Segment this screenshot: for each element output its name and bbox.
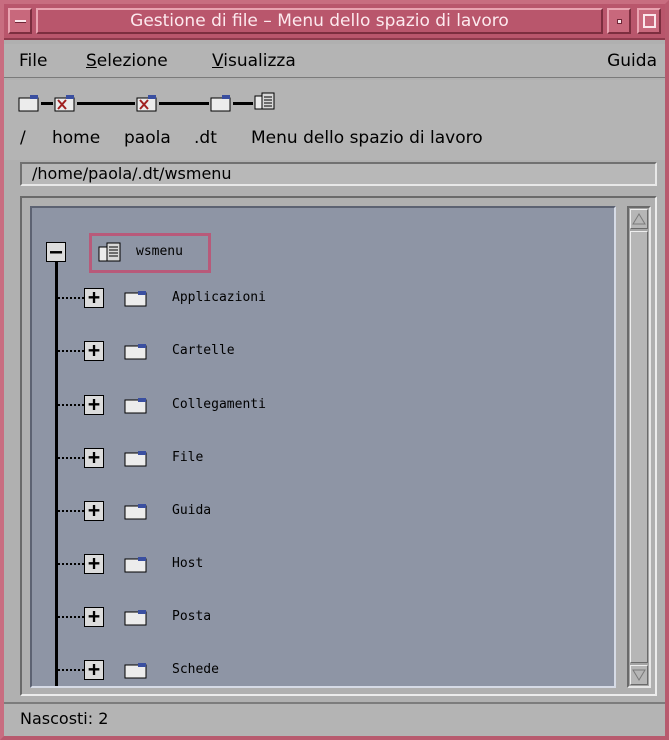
expand-toggle-collegamenti[interactable]: + <box>84 394 104 415</box>
path-label-home[interactable]: home <box>52 128 100 148</box>
path-connector <box>77 102 135 105</box>
tree-node-label[interactable]: Collegamenti <box>172 397 266 412</box>
tree-branch-line <box>58 297 84 299</box>
tree-node-label[interactable]: File <box>172 450 203 465</box>
tree-node-label[interactable]: Guida <box>172 503 211 518</box>
wsmenu-file-icon <box>98 242 121 262</box>
path-label-root[interactable]: / <box>20 128 26 148</box>
window-title: Gestione di file – Menu dello spazio di … <box>36 8 603 34</box>
folder-icon <box>124 663 147 679</box>
tree-node-label[interactable]: Host <box>172 556 203 571</box>
tree-node-label[interactable]: Applicazioni <box>172 290 266 305</box>
folder-icon <box>124 504 147 520</box>
menu-selezione[interactable]: Selezione <box>86 44 168 78</box>
tree-branch-line <box>58 510 84 512</box>
tree-node-label[interactable]: Posta <box>172 609 211 624</box>
expand-toggle-cartelle[interactable]: + <box>84 340 104 361</box>
folder-icon <box>124 557 147 573</box>
tree-branch-line <box>58 563 84 565</box>
path-connector <box>159 102 209 105</box>
menu-guida[interactable]: Guida <box>607 44 657 78</box>
menu-file[interactable]: File <box>19 44 47 78</box>
title-bar[interactable]: Gestione di file – Menu dello spazio di … <box>4 4 665 40</box>
path-connector <box>233 102 253 105</box>
maximize-button[interactable] <box>637 8 661 34</box>
scrollbar-thumb[interactable] <box>630 231 648 663</box>
expand-toggle-schede[interactable]: + <box>84 659 104 680</box>
minimize-icon <box>617 19 622 24</box>
tree-node-label[interactable]: Cartelle <box>172 343 235 358</box>
path-label-paola[interactable]: paola <box>124 128 171 148</box>
expand-toggle-posta[interactable]: + <box>84 606 104 627</box>
folder-icon <box>124 398 147 414</box>
tree-view[interactable]: – wsmenu + Applicazioni + Cartelle + Col… <box>30 206 616 688</box>
current-folder-field[interactable]: /home/paola/.dt/wsmenu <box>20 162 657 186</box>
folder-locked-icon-home[interactable] <box>54 94 76 112</box>
menu-visualizza[interactable]: Visualizza <box>212 44 296 78</box>
tree-connector-line <box>55 256 58 686</box>
status-bar: Nascosti: 2 <box>4 702 665 736</box>
scroll-down-button[interactable] <box>630 665 648 685</box>
path-label-current[interactable]: Menu dello spazio di lavoro <box>251 128 483 148</box>
folder-icon-dt[interactable] <box>210 94 232 112</box>
arrow-up-icon <box>632 213 646 225</box>
folder-icon <box>124 610 147 626</box>
file-manager-window: Gestione di file – Menu dello spazio di … <box>0 0 669 740</box>
path-connector <box>41 102 53 105</box>
wsmenu-file-icon[interactable] <box>254 92 276 112</box>
minimize-button[interactable] <box>607 8 631 34</box>
menu-bar: File Selezione Visualizza Guida <box>4 44 665 78</box>
tree-node-label[interactable]: Schede <box>172 662 219 677</box>
tree-branch-line <box>58 616 84 618</box>
maximize-icon <box>643 14 656 28</box>
expand-toggle-host[interactable]: + <box>84 553 104 574</box>
arrow-down-icon <box>632 669 646 681</box>
iconic-path: / home paola .dt Menu dello spazio di la… <box>4 80 665 160</box>
vertical-scrollbar[interactable] <box>627 206 651 688</box>
folder-icon <box>124 451 147 467</box>
tree-node-label-wsmenu[interactable]: wsmenu <box>136 244 183 259</box>
tree-branch-line <box>58 457 84 459</box>
window-menu-icon <box>15 20 26 23</box>
window-menu-button[interactable] <box>8 8 32 34</box>
folder-icon-root[interactable] <box>18 94 40 112</box>
expand-toggle-guida[interactable]: + <box>84 500 104 521</box>
folder-icon <box>124 291 147 307</box>
expand-toggle-applicazioni[interactable]: + <box>84 287 104 308</box>
tree-branch-line <box>58 669 84 671</box>
tree-branch-line <box>58 404 84 406</box>
scroll-up-button[interactable] <box>630 209 648 229</box>
folder-locked-icon-paola[interactable] <box>136 94 158 112</box>
tree-branch-line <box>58 350 84 352</box>
path-label-dt[interactable]: .dt <box>194 128 217 148</box>
tree-view-frame: – wsmenu + Applicazioni + Cartelle + Col… <box>20 196 657 696</box>
expand-toggle-file[interactable]: + <box>84 447 104 468</box>
folder-icon <box>124 344 147 360</box>
collapse-toggle-wsmenu[interactable]: – <box>46 241 66 262</box>
